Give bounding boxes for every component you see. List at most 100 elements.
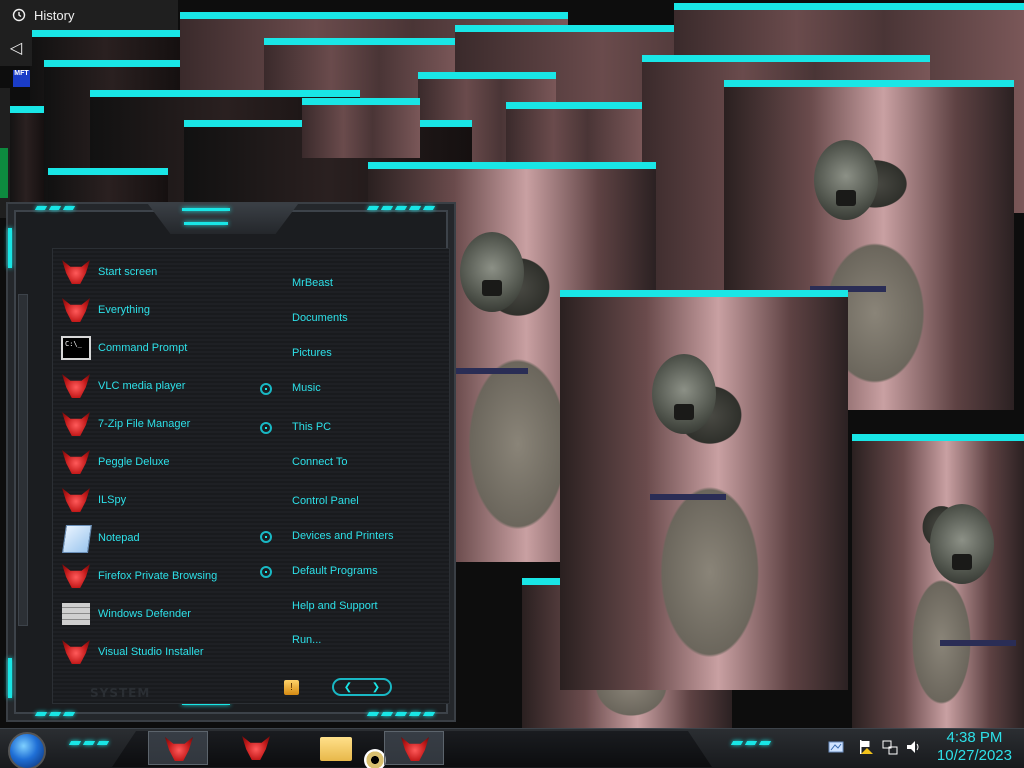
program-item[interactable]: Peggle Deluxe [60, 446, 270, 478]
left-rail [18, 294, 28, 626]
background-window [302, 98, 420, 158]
program-label: Everything [98, 304, 150, 316]
mft-app-icon[interactable]: MFT [13, 70, 30, 87]
program-item[interactable]: Windows Defender [60, 598, 270, 630]
program-item[interactable]: ILSpy [60, 484, 270, 516]
arrow-left-icon[interactable]: ❮ [344, 682, 352, 693]
program-label: Visual Studio Installer [98, 646, 204, 658]
background-window [8, 106, 44, 216]
place-item[interactable]: Music [292, 382, 321, 394]
menu-arrows-button[interactable]: ❮ ❯ [332, 678, 392, 696]
place-item[interactable]: Connect To [292, 456, 347, 468]
flag-warning-icon[interactable] [858, 739, 874, 755]
place-item[interactable]: Control Panel [292, 495, 359, 507]
program-item[interactable]: Notepad [60, 522, 270, 554]
bull-icon [60, 258, 92, 286]
program-label: Windows Defender [98, 608, 191, 620]
program-label: Notepad [98, 532, 140, 544]
network-icon[interactable] [882, 739, 898, 755]
program-item[interactable]: 7-Zip File Manager [60, 408, 270, 440]
program-item[interactable]: C:\_ Command Prompt [60, 332, 270, 364]
program-label: VLC media player [98, 380, 186, 392]
program-label: ILSpy [98, 494, 127, 506]
place-item[interactable]: Default Programs [292, 565, 378, 577]
program-item[interactable]: Start screen [60, 256, 270, 288]
bull-icon [60, 296, 92, 324]
start-menu: SYSTEM ! ❮ ❯ Start screen Everything C:\_ C… [6, 202, 456, 722]
eye-icon [364, 749, 386, 768]
submenu-bullet-icon [260, 566, 272, 578]
led-indicator [34, 712, 76, 716]
doll-bow [456, 368, 528, 374]
accent-line [184, 222, 228, 225]
volume-icon[interactable] [906, 739, 922, 755]
submenu-bullet-icon [260, 531, 272, 543]
bull-icon [60, 372, 92, 400]
taskbar-app-button[interactable] [148, 731, 208, 765]
doll-mouth [836, 190, 856, 206]
notepad-icon [60, 524, 92, 553]
action-center-icon[interactable] [828, 739, 844, 755]
doll-mouth [674, 404, 694, 420]
submenu-bullet-icon [260, 383, 272, 395]
place-item[interactable]: Documents [292, 312, 348, 324]
cmd-icon: C:\_ [60, 334, 92, 362]
shutdown-button[interactable]: ! [284, 680, 299, 695]
bull-icon [165, 737, 193, 761]
program-item[interactable]: Visual Studio Installer [60, 636, 270, 668]
bull-icon [60, 448, 92, 476]
left-edge-green-bar [0, 148, 8, 198]
program-label: 7-Zip File Manager [98, 418, 191, 430]
place-item[interactable]: Help and Support [292, 600, 378, 612]
taskbar-app-button[interactable] [384, 731, 444, 765]
accent-line [8, 228, 12, 268]
arrow-right-icon[interactable]: ❯ [372, 682, 380, 693]
folder-icon [320, 737, 352, 761]
place-item[interactable]: This PC [292, 421, 331, 433]
accent-line [8, 658, 12, 698]
system-label: SYSTEM [90, 686, 151, 700]
clock-time: 4:38 PM [946, 729, 1003, 746]
doll-mouth [952, 554, 972, 570]
led-indicator [730, 741, 772, 745]
desktop-background: History ◁ MFT SYSTEM ! ❮ ❯ Start screen … [0, 0, 1024, 768]
led-indicator [68, 741, 110, 745]
doll-face [652, 354, 716, 434]
history-label: History [34, 7, 75, 23]
doll-face [814, 140, 878, 220]
doll-image-window [852, 434, 1024, 728]
program-label: Peggle Deluxe [98, 456, 170, 468]
doll-face [930, 504, 994, 584]
program-item[interactable]: VLC media player [60, 370, 270, 402]
taskbar-clock[interactable]: 4:38 PM 10/27/2023 [937, 729, 1012, 765]
bull-icon [401, 737, 429, 761]
program-label: Firefox Private Browsing [98, 570, 218, 582]
bull-icon [60, 410, 92, 438]
doll-image-window [560, 290, 848, 690]
place-item[interactable]: Run... [292, 634, 321, 646]
led-indicator [34, 206, 76, 210]
program-item[interactable]: Everything [60, 294, 270, 326]
doll-mouth [482, 280, 502, 296]
clock-date: 10/27/2023 [936, 747, 1012, 764]
back-button[interactable]: ◁ [0, 30, 32, 66]
doll-face [460, 232, 524, 312]
place-item[interactable]: Devices and Printers [292, 530, 394, 542]
bull-icon [60, 638, 92, 666]
program-label: Command Prompt [98, 342, 188, 354]
start-orb-button[interactable] [8, 732, 46, 768]
doll-bow [650, 494, 726, 500]
program-item[interactable]: Firefox Private Browsing [60, 560, 270, 592]
accent-line [182, 208, 230, 211]
history-header[interactable]: History [0, 0, 178, 30]
place-item[interactable]: Pictures [292, 347, 332, 359]
back-arrow-icon: ◁ [9, 40, 23, 57]
led-indicator [366, 206, 436, 210]
program-label: Start screen [98, 266, 158, 278]
taskbar-app-button[interactable] [226, 731, 286, 765]
bull-icon [60, 562, 92, 590]
defender-icon [60, 600, 92, 628]
place-item[interactable]: MrBeast [292, 277, 333, 289]
submenu-bullet-icon [260, 422, 272, 434]
bull-icon [242, 736, 270, 760]
